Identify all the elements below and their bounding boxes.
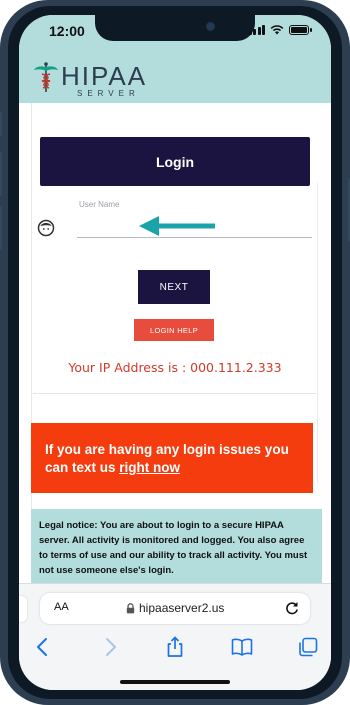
signal-icon bbox=[248, 25, 265, 35]
card-divider bbox=[33, 393, 316, 394]
status-bar: 12:00 bbox=[19, 15, 331, 55]
text-size-button[interactable]: AA bbox=[54, 601, 69, 613]
volume-down-button bbox=[0, 206, 2, 250]
browser-nav bbox=[19, 636, 331, 662]
username-label: User Name bbox=[79, 200, 120, 209]
ip-address-text: Your IP Address is : 000.111.2.333 bbox=[68, 360, 282, 375]
logo-wordmark: HIPAA bbox=[61, 61, 148, 91]
url-text[interactable]: hipaaserver2.us bbox=[139, 601, 224, 615]
mute-switch bbox=[0, 112, 2, 136]
card-edge bbox=[317, 183, 318, 483]
previous-tab-preview[interactable] bbox=[19, 596, 27, 622]
login-issue-banner: If you are having any login issues you c… bbox=[31, 423, 313, 493]
next-button[interactable]: NEXT bbox=[138, 270, 210, 304]
text-us-link[interactable]: right now bbox=[119, 460, 180, 475]
lock-icon bbox=[126, 603, 135, 614]
address-bar[interactable]: AA hipaaserver2.us bbox=[40, 593, 310, 624]
site-header: HIPAA SERVER bbox=[19, 55, 331, 103]
book-icon[interactable] bbox=[231, 636, 253, 658]
page-body: Login User Name NEXT LOGIN HELP Your IP … bbox=[19, 103, 331, 595]
phone-screen: 12:00 HIPAA SERVER Login User Name NEXT … bbox=[19, 15, 331, 690]
status-icons bbox=[248, 25, 312, 35]
wifi-icon bbox=[270, 25, 284, 35]
share-icon[interactable] bbox=[164, 636, 186, 658]
browser-toolbar: AA hipaaserver2.us bbox=[19, 583, 331, 690]
reload-icon[interactable] bbox=[284, 600, 300, 616]
legal-notice: Legal notice: You are about to login to … bbox=[31, 509, 322, 591]
volume-up-button bbox=[0, 152, 2, 196]
login-header: Login bbox=[40, 137, 310, 186]
logo-tagline: SERVER bbox=[77, 89, 140, 98]
user-avatar-icon bbox=[37, 219, 55, 237]
notch bbox=[95, 15, 255, 41]
arrow-left-icon bbox=[139, 216, 215, 236]
status-time: 12:00 bbox=[49, 23, 85, 39]
login-help-button[interactable]: LOGIN HELP bbox=[134, 319, 214, 341]
chevron-left-icon[interactable] bbox=[32, 636, 54, 658]
front-camera bbox=[206, 22, 215, 31]
home-indicator[interactable] bbox=[120, 680, 230, 684]
chevron-right-icon[interactable] bbox=[99, 636, 121, 658]
battery-icon bbox=[289, 25, 312, 35]
caduceus-icon bbox=[34, 62, 58, 92]
tabs-icon[interactable] bbox=[297, 636, 319, 658]
